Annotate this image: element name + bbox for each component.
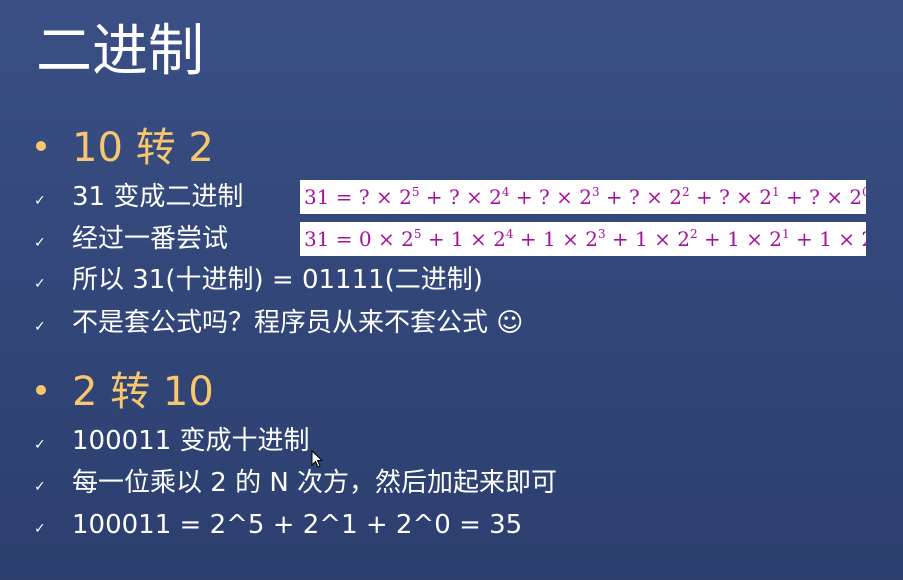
checkmark-icon: ✓ [34, 275, 46, 292]
checkmark-icon: ✓ [34, 478, 46, 495]
formula-term: + ? × 22 [599, 185, 690, 209]
list-item: ✓ 31 变成二进制 [34, 180, 243, 214]
formula-term: + ? × 21 [689, 185, 780, 209]
list-item-text: 每一位乘以 2 的 N 次方，然后加起来即可 [72, 468, 558, 498]
checkmark-icon: ✓ [34, 318, 46, 335]
list-item-text: 100011 变成十进制 [72, 426, 310, 456]
slide-title: 二进制 [36, 19, 204, 84]
formula-term: + 1 × 20 [789, 227, 866, 251]
list-item-text: 100011 = 2^5 + 2^1 + 2^0 = 35 [72, 510, 523, 540]
checkmark-icon: ✓ [34, 436, 46, 453]
formula-term: + 1 × 22 [605, 227, 698, 251]
mouse-pointer-icon [311, 450, 323, 468]
section-heading-dec-to-bin: 10 转 2 [36, 122, 214, 174]
list-item-text: 经过一番尝试 [72, 224, 229, 254]
list-item: ✓ 不是套公式吗？程序员从来不套公式 ☺ [34, 306, 523, 340]
list-item: ✓ 100011 = 2^5 + 2^1 + 2^0 = 35 [34, 508, 522, 542]
formula-term: + 1 × 23 [513, 227, 606, 251]
checkmark-icon: ✓ [34, 192, 46, 209]
formula-term: 31 = ? × 25 [304, 185, 420, 209]
formula-term: + ? × 20 [779, 185, 866, 209]
formula-term: + ? × 23 [509, 185, 600, 209]
formula-box-solved-coefficients: 31 = 0 × 25 + 1 × 24 + 1 × 23 + 1 × 22 +… [300, 222, 866, 256]
list-item: ✓ 所以 31(十进制) = 01111(二进制) [34, 263, 483, 297]
bullet-dot-icon [36, 141, 46, 151]
formula-term: + 1 × 21 [697, 227, 790, 251]
formula-term: + ? × 24 [419, 185, 510, 209]
list-item-text: 所以 31(十进制) = 01111(二进制) [72, 265, 483, 295]
list-item-text: 不是套公式吗？程序员从来不套公式 ☺ [72, 308, 524, 338]
formula-term: + 1 × 24 [421, 227, 514, 251]
section-heading-bin-to-dec: 2 转 10 [36, 366, 214, 418]
list-item: ✓ 100011 变成十进制 [34, 424, 310, 458]
checkmark-icon: ✓ [34, 520, 46, 537]
formula-term: 31 = 0 × 25 [304, 227, 422, 251]
bullet-dot-icon [36, 385, 46, 395]
section-heading-text: 2 转 10 [72, 369, 214, 415]
checkmark-icon: ✓ [34, 234, 46, 251]
section-heading-text: 10 转 2 [72, 125, 214, 171]
list-item-text: 31 变成二进制 [72, 182, 244, 212]
formula-box-unknown-coefficients: 31 = ? × 25 + ? × 24 + ? × 23 + ? × 22 +… [300, 180, 866, 214]
list-item: ✓ 每一位乘以 2 的 N 次方，然后加起来即可 [34, 466, 557, 500]
list-item: ✓ 经过一番尝试 [34, 222, 228, 256]
